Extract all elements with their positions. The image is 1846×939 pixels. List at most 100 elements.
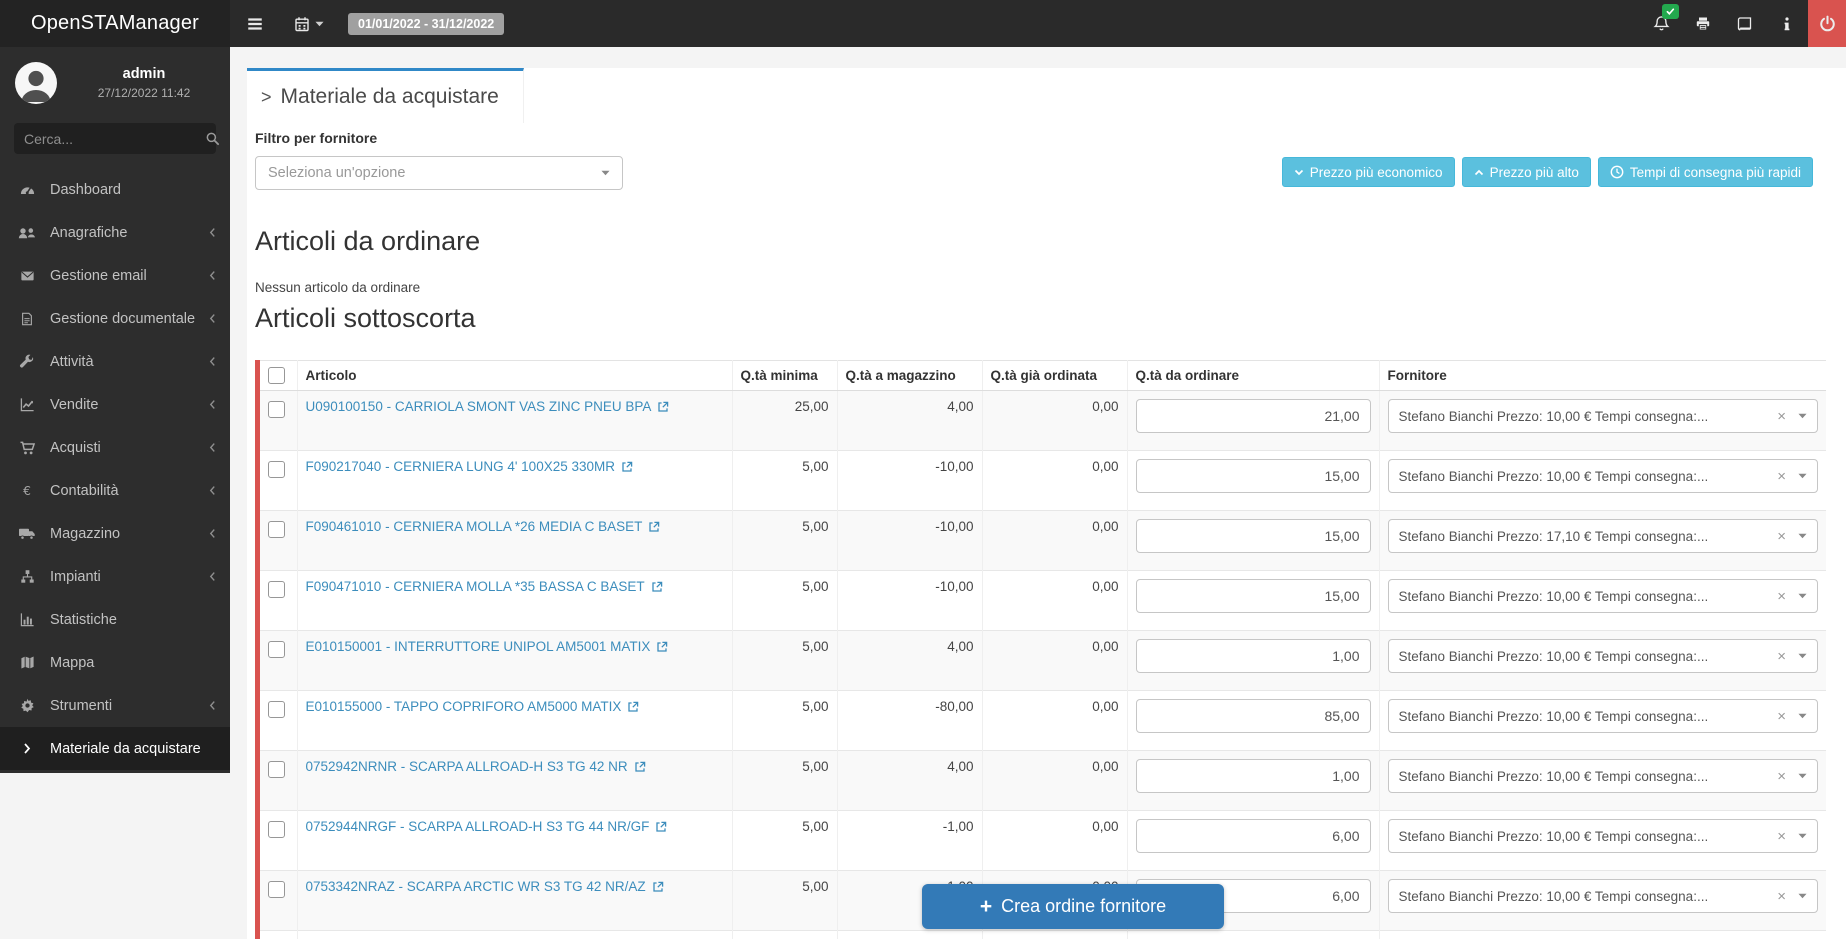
user-name: admin [70,66,218,82]
select-all-checkbox[interactable] [268,367,285,384]
article-link[interactable]: 0752944NRGF - SCARPA ALLROAD-H S3 TG 44 … [306,819,668,834]
tab-materiale-da-acquistare[interactable]: > Materiale da acquistare [247,68,524,123]
cell-qta-minima: 5,00 [732,811,837,871]
supplier-select[interactable]: Stefano Bianchi Prezzo: 10,00 € Tempi co… [1388,699,1819,733]
sidebar-item-materiale-da-acquistare[interactable]: Materiale da acquistare [0,727,230,770]
sidebar-item-strumenti[interactable]: Strumenti [0,684,230,727]
column-header: Articolo [297,361,732,391]
row-checkbox[interactable] [268,701,285,718]
table-row: E010150001 - INTERRUTTORE UNIPOL AM5001 … [260,631,1826,691]
search-input[interactable] [24,131,205,147]
sort-button-prezzo-pi-economico[interactable]: Prezzo più economico [1282,157,1455,187]
clear-supplier-icon[interactable]: × [1777,888,1786,905]
qty-to-order-input[interactable] [1136,819,1371,853]
chevron-left-icon [209,571,216,582]
sidebar-item-contabilit-[interactable]: € Contabilità [0,469,230,512]
row-checkbox[interactable] [268,761,285,778]
column-header: Q.tà a magazzino [837,361,982,391]
clear-supplier-icon[interactable]: × [1777,588,1786,605]
cell-qta-ordinata: 0,00 [982,391,1127,451]
clear-supplier-icon[interactable]: × [1777,768,1786,785]
qty-to-order-input[interactable] [1136,459,1371,493]
sort-button-prezzo-pi-alto[interactable]: Prezzo più alto [1462,157,1591,187]
sidebar-item-label: Contabilità [50,483,209,499]
article-link[interactable]: F090471010 - CERNIERA MOLLA *35 BASSA C … [306,579,663,594]
qty-to-order-input[interactable] [1136,519,1371,553]
cell-qta-ordinata: 0,00 [982,631,1127,691]
date-range-badge[interactable]: 01/01/2022 - 31/12/2022 [348,13,504,35]
article-link[interactable]: F090461010 - CERNIERA MOLLA *26 MEDIA C … [306,519,661,534]
clear-supplier-icon[interactable]: × [1777,828,1786,845]
sidebar-toggle-button[interactable] [240,11,270,37]
article-link[interactable]: F090217040 - CERNIERA LUNG 4' 100X25 330… [306,459,634,474]
sidebar-item-anagrafiche[interactable]: Anagrafiche [0,211,230,254]
sidebar-item-attivit-[interactable]: Attività [0,340,230,383]
cell-qta-ordinata [982,931,1127,939]
supplier-select[interactable]: Stefano Bianchi Prezzo: 10,00 € Tempi co… [1388,759,1819,793]
row-checkbox[interactable] [268,641,285,658]
sort-button-tempi-di-consegna-pi-rapidi[interactable]: Tempi di consegna più rapidi [1598,157,1813,187]
supplier-select[interactable]: Stefano Bianchi Prezzo: 10,00 € Tempi co… [1388,459,1819,493]
article-link[interactable]: 0752942NRNR - SCARPA ALLROAD-H S3 TG 42 … [306,759,646,774]
supplier-select[interactable]: Stefano Bianchi Prezzo: 10,00 € Tempi co… [1388,639,1819,673]
supplier-select[interactable]: Stefano Bianchi Prezzo: 10,00 € Tempi co… [1388,819,1819,853]
sidebar-item-gestione-email[interactable]: Gestione email [0,254,230,297]
external-link-icon [621,461,633,473]
chevron-down-icon [601,170,610,176]
chevron-down-icon [1798,413,1807,419]
qty-to-order-input[interactable] [1136,699,1371,733]
clear-supplier-icon[interactable]: × [1777,528,1786,545]
sidebar-item-label: Gestione email [50,268,209,284]
sort-button-label: Tempi di consegna più rapidi [1630,165,1801,180]
clear-supplier-icon[interactable]: × [1777,468,1786,485]
euro-icon: € [16,483,38,499]
supplier-select-value: Stefano Bianchi Prezzo: 10,00 € Tempi co… [1399,409,1772,424]
info-button[interactable] [1766,0,1808,47]
article-link[interactable]: E010150001 - INTERRUTTORE UNIPOL AM5001 … [306,639,669,654]
clear-supplier-icon[interactable]: × [1777,708,1786,725]
sidebar-item-statistiche[interactable]: Statistiche [0,598,230,641]
sidebar-item-vendite[interactable]: Vendite [0,383,230,426]
row-checkbox[interactable] [268,821,285,838]
row-checkbox[interactable] [268,881,285,898]
docs-button[interactable] [1724,0,1766,47]
supplier-select[interactable]: Stefano Bianchi Prezzo: 10,00 € Tempi co… [1388,399,1819,433]
row-checkbox[interactable] [268,521,285,538]
qty-to-order-input[interactable] [1136,639,1371,673]
article-link[interactable]: 0753342NRAZ - SCARPA ARCTIC WR S3 TG 42 … [306,879,664,894]
sidebar-item-label: Materiale da acquistare [50,741,216,757]
sidebar-item-magazzino[interactable]: Magazzino [0,512,230,555]
supplier-select[interactable]: Stefano Bianchi Prezzo: 10,00 € Tempi co… [1388,879,1819,913]
cell-qta-minima: 5,00 [732,691,837,751]
supplier-filter-select[interactable]: Seleziona un'opzione [255,156,623,190]
logout-button[interactable] [1808,0,1846,47]
supplier-select[interactable]: Stefano Bianchi Prezzo: 17,10 € Tempi co… [1388,519,1819,553]
sidebar: admin 27/12/2022 11:42 DashboardAnagrafi… [0,47,230,773]
notification-status-badge [1662,4,1679,19]
sidebar-item-label: Magazzino [50,526,209,542]
qty-to-order-input[interactable] [1136,759,1371,793]
article-link[interactable]: U090100150 - CARRIOLA SMONT VAS ZINC PNE… [306,399,670,414]
article-link[interactable]: E010155000 - TAPPO COPRIFORO AM5000 MATI… [306,699,640,714]
sidebar-item-dashboard[interactable]: Dashboard [0,168,230,211]
sidebar-item-gestione-documentale[interactable]: Gestione documentale [0,297,230,340]
sidebar-item-mappa[interactable]: Mappa [0,641,230,684]
supplier-select[interactable]: Stefano Bianchi Prezzo: 10,00 € Tempi co… [1388,579,1819,613]
empty-orders-text: Nessun articolo da ordinare [255,280,420,295]
sidebar-item-acquisti[interactable]: Acquisti [0,426,230,469]
clear-supplier-icon[interactable]: × [1777,408,1786,425]
period-picker-button[interactable] [288,12,330,36]
notifications-button[interactable] [1640,0,1682,47]
row-checkbox[interactable] [268,461,285,478]
create-supplier-order-button[interactable]: + Crea ordine fornitore [922,884,1224,929]
search-icon[interactable] [205,131,220,146]
external-link-icon [634,761,646,773]
sidebar-item-impianti[interactable]: Impianti [0,555,230,598]
row-checkbox[interactable] [268,581,285,598]
row-checkbox[interactable] [268,401,285,418]
table-row: F090461010 - CERNIERA MOLLA *26 MEDIA C … [260,511,1826,571]
qty-to-order-input[interactable] [1136,399,1371,433]
qty-to-order-input[interactable] [1136,579,1371,613]
clear-supplier-icon[interactable]: × [1777,648,1786,665]
print-button[interactable] [1682,0,1724,47]
